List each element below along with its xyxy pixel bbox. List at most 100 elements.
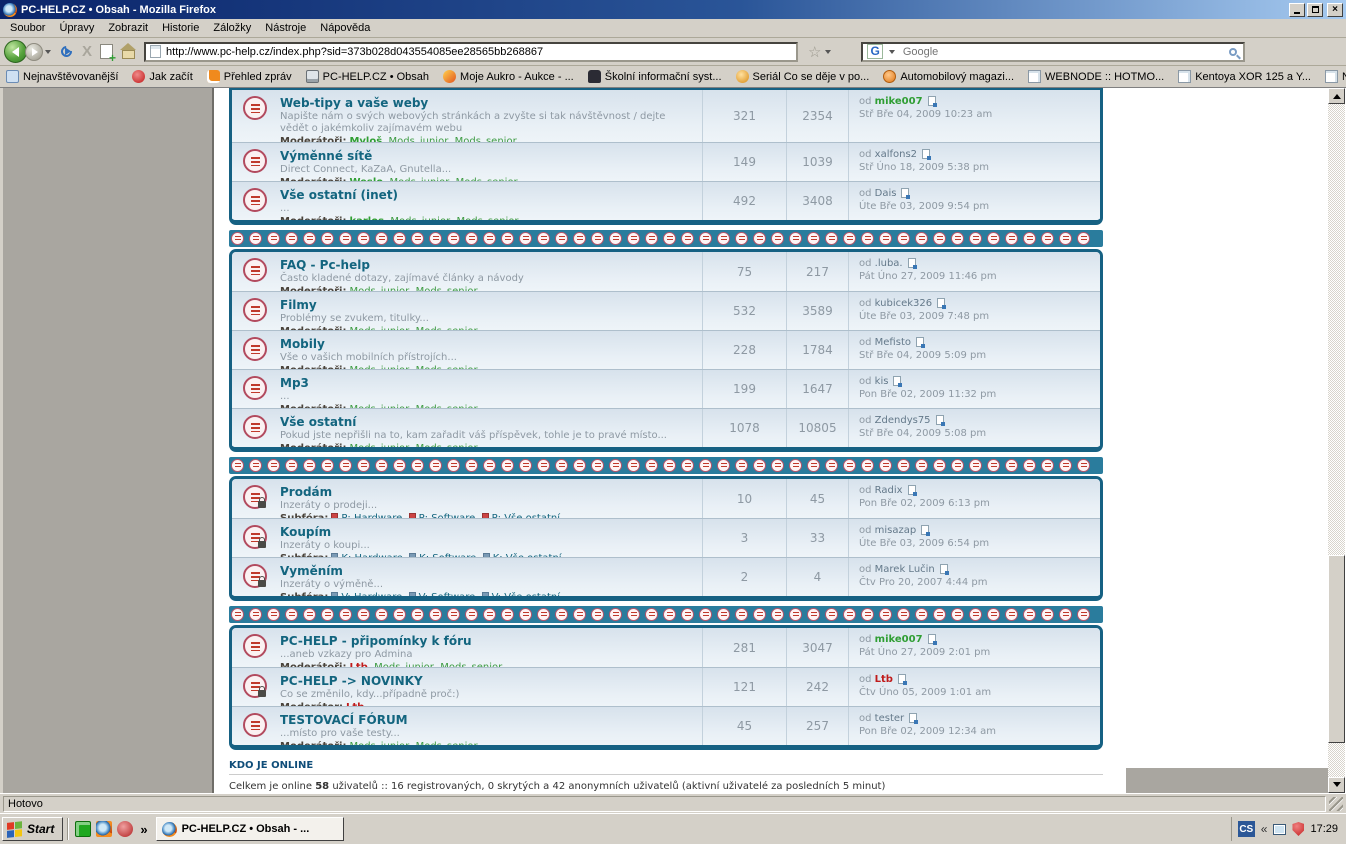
last-post-user-link[interactable]: Dais	[875, 188, 897, 199]
moderator-link[interactable]: Myloš	[349, 136, 382, 142]
new-tab-icon[interactable]: +	[100, 44, 113, 59]
search-engine-icon[interactable]: G	[867, 44, 882, 59]
goto-last-post-icon[interactable]	[908, 258, 916, 268]
goto-last-post-icon[interactable]	[901, 188, 909, 198]
bookmark-item[interactable]: WEBNODE :: HOTMO...	[1028, 70, 1164, 83]
moderator-link[interactable]: Mods_senior	[409, 286, 477, 291]
bookmark-item[interactable]: Kentoya XOR 125 a Y...	[1178, 70, 1311, 83]
bookmark-item[interactable]: NOLAN N103 CLASSI...	[1325, 70, 1346, 83]
scroll-down-button[interactable]	[1328, 777, 1345, 793]
last-post-user-link[interactable]: tester	[875, 713, 904, 724]
goto-last-post-icon[interactable]	[898, 674, 906, 684]
opera-icon[interactable]	[117, 821, 133, 837]
menu-zobrazit[interactable]: Zobrazit	[102, 20, 154, 36]
utorrent-icon[interactable]	[75, 821, 91, 837]
home-icon[interactable]	[121, 45, 136, 58]
moderator-link[interactable]: Mods_senior	[449, 177, 517, 181]
goto-last-post-icon[interactable]	[893, 376, 901, 386]
subforum-link[interactable]: P: Software	[402, 513, 475, 518]
forum-link[interactable]: PC-HELP - připomínky k fóru	[280, 634, 472, 648]
subforum-link[interactable]: V: Software	[402, 592, 475, 596]
bookmark-dropdown-icon[interactable]	[825, 50, 831, 57]
moderator-link[interactable]: Mods_senior	[448, 136, 516, 142]
tray-collapse-chevron[interactable]: «	[1261, 822, 1268, 836]
network-icon[interactable]	[1273, 824, 1286, 835]
last-post-user-link[interactable]: .luba.	[875, 258, 903, 269]
menu-soubor[interactable]: Soubor	[4, 20, 51, 36]
bookmark-item[interactable]: PC-HELP.CZ • Obsah	[306, 70, 429, 83]
scroll-up-button[interactable]	[1328, 88, 1345, 104]
subforum-link[interactable]: P: Vše ostatní	[475, 513, 560, 518]
forum-link[interactable]: Vyměním	[280, 564, 343, 578]
moderator-link[interactable]: Mods_senior	[409, 326, 477, 330]
menu-nastroje[interactable]: Nástroje	[259, 20, 312, 36]
moderator-link[interactable]: Mods_junior	[349, 365, 409, 369]
forum-link[interactable]: Vše ostatní	[280, 415, 356, 429]
moderator-link[interactable]: Mods_senior	[434, 662, 502, 667]
forum-link[interactable]: Vše ostatní (inet)	[280, 188, 398, 202]
moderator-link[interactable]: Mods_junior	[349, 286, 409, 291]
back-button[interactable]	[4, 40, 27, 63]
history-dropdown-icon[interactable]	[45, 50, 51, 57]
quick-launch-overflow-chevron[interactable]: »	[138, 822, 149, 837]
start-button[interactable]: Start	[2, 817, 63, 841]
forum-link[interactable]: TESTOVACÍ FÓRUM	[280, 713, 408, 727]
subforum-link[interactable]: K: Vše ostatní	[476, 553, 561, 557]
forum-link[interactable]: Prodám	[280, 485, 332, 499]
forum-link[interactable]: Mobily	[280, 337, 325, 351]
forward-button[interactable]	[25, 43, 43, 61]
goto-last-post-icon[interactable]	[936, 415, 944, 425]
moderator-link[interactable]: Mods_senior	[409, 365, 477, 369]
bookmark-item[interactable]: Jak začít	[132, 70, 192, 83]
subforum-link[interactable]: V: Vše ostatní	[475, 592, 560, 596]
menu-historie[interactable]: Historie	[156, 20, 205, 36]
moderator-link[interactable]: Ltb	[346, 702, 364, 706]
last-post-user-link[interactable]: misazap	[875, 525, 917, 536]
goto-last-post-icon[interactable]	[928, 96, 936, 106]
search-input[interactable]	[903, 46, 1226, 58]
forum-link[interactable]: FAQ - Pc-help	[280, 258, 370, 272]
forum-link[interactable]: PC-HELP -> NOVINKY	[280, 674, 423, 688]
bookmark-item[interactable]: Nejnavštěvovanější	[6, 70, 118, 83]
goto-last-post-icon[interactable]	[909, 713, 917, 723]
bookmark-item[interactable]: Přehled zpráv	[207, 70, 292, 83]
moderator-link[interactable]: Mods_junior	[383, 177, 449, 181]
last-post-user-link[interactable]: Radix	[875, 485, 903, 496]
bookmark-item[interactable]: Moje Aukro - Aukce - ...	[443, 70, 574, 83]
moderator-link[interactable]: karlos	[349, 216, 384, 220]
maximize-button[interactable]	[1307, 3, 1323, 17]
subforum-link[interactable]: P: Hardware	[331, 513, 402, 518]
goto-last-post-icon[interactable]	[908, 485, 916, 495]
last-post-user-link[interactable]: kis	[875, 376, 889, 387]
moderator-link[interactable]: Mods_junior	[382, 136, 448, 142]
last-post-user-link[interactable]: Ltb	[875, 674, 893, 685]
search-icon[interactable]	[1229, 48, 1237, 56]
goto-last-post-icon[interactable]	[916, 337, 924, 347]
security-shield-icon[interactable]	[1292, 822, 1304, 836]
goto-last-post-icon[interactable]	[940, 564, 948, 574]
menu-zalozky[interactable]: Záložky	[207, 20, 257, 36]
menu-napoveda[interactable]: Nápověda	[314, 20, 376, 36]
resize-grip[interactable]	[1329, 797, 1343, 811]
last-post-user-link[interactable]: Zdendys75	[875, 415, 931, 426]
last-post-user-link[interactable]: Marek Lučin	[875, 564, 935, 575]
moderator-link[interactable]: Mods_junior	[349, 404, 409, 408]
moderator-link[interactable]: Ltb	[349, 662, 367, 667]
goto-last-post-icon[interactable]	[928, 634, 936, 644]
forum-link[interactable]: Filmy	[280, 298, 317, 312]
subforum-link[interactable]: V: Hardware	[331, 592, 402, 596]
moderator-link[interactable]: Mods_junior	[349, 443, 409, 447]
forum-link[interactable]: Web-tipy a vaše weby	[280, 96, 428, 110]
stop-icon[interactable]: X	[82, 43, 92, 60]
url-input[interactable]	[166, 46, 792, 58]
moderator-link[interactable]: Mods_junior	[368, 662, 434, 667]
location-bar[interactable]	[144, 42, 798, 62]
goto-last-post-icon[interactable]	[937, 298, 945, 308]
moderator-link[interactable]: Mods_junior	[349, 326, 409, 330]
moderator-link[interactable]: Mods_senior	[409, 741, 477, 745]
bookmark-star-icon[interactable]: ☆	[808, 43, 821, 61]
goto-last-post-icon[interactable]	[922, 149, 930, 159]
close-button[interactable]: ×	[1327, 3, 1343, 17]
moderator-link[interactable]: Mods_junior	[384, 216, 450, 220]
moderator-link[interactable]: Mods_senior	[409, 443, 477, 447]
